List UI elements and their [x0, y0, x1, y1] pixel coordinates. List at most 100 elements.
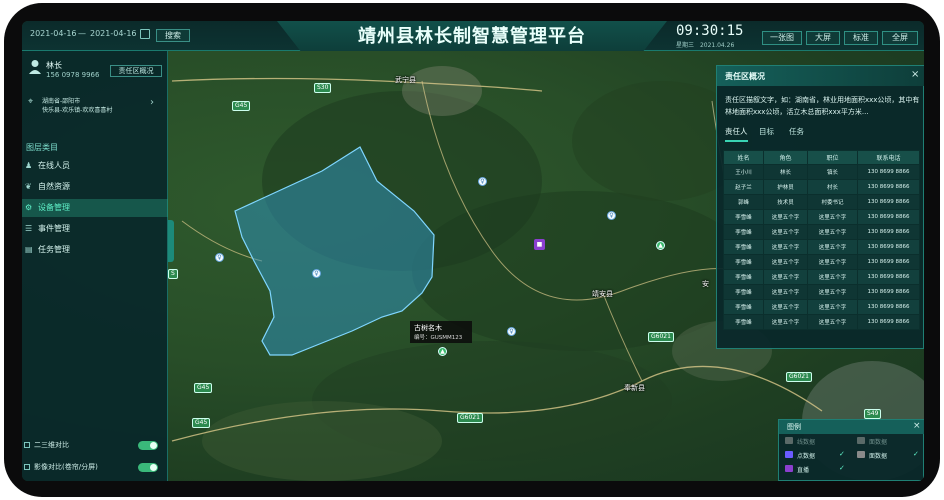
layer-category-title: 图层类目	[26, 143, 58, 152]
table-row[interactable]: 郭峰 技术员 村委书记 130 8699 8866	[723, 194, 920, 210]
date-end[interactable]: 2021-04-16	[90, 29, 137, 43]
legend-item-point[interactable]: 点数据	[797, 451, 815, 460]
area-overview-button[interactable]: 责任区概况	[110, 65, 162, 77]
map-tooltip: 古树名木 编号：GUSMM123	[410, 321, 472, 343]
sidebar-item-label: 设备管理	[38, 203, 70, 212]
table-row[interactable]: 李雪峰 这里五个字 这里五个字 130 8699 8866	[723, 314, 920, 330]
close-icon[interactable]: ×	[911, 69, 919, 80]
toggle-switch[interactable]	[138, 463, 158, 472]
table-row[interactable]: 王小川 林长 镇长 130 8699 8866	[723, 164, 920, 180]
sidebar-item-device-management[interactable]: ⚙ 设备管理	[22, 199, 168, 217]
close-icon[interactable]: ×	[913, 421, 921, 431]
road-marker: S49	[864, 409, 882, 419]
column-header: 职位	[807, 150, 858, 165]
table-cell: 李雪峰	[723, 269, 764, 285]
weekday-label: 星期三	[676, 42, 695, 49]
legend-item-polygon[interactable]: 面数据	[869, 437, 887, 446]
user-avatar-icon	[29, 60, 41, 74]
table-cell: 130 8699 8866	[857, 314, 920, 330]
table-row[interactable]: 李雪峰 这里五个字 这里五个字 130 8699 8866	[723, 269, 920, 285]
table-body: 王小川 林长 镇长 130 8699 8866 赵子兰 护林员 村长 130 8699 886…	[723, 164, 920, 330]
tree-pin-icon[interactable]: ▲	[438, 347, 447, 356]
table-row[interactable]: 李雪峰 这里五个字 这里五个字 130 8699 8866	[723, 284, 920, 300]
road-marker: S	[168, 269, 178, 279]
table-row[interactable]: 李雪峰 这里五个字 这里五个字 130 8699 8866	[723, 299, 920, 315]
one-map-button[interactable]: 一张图	[762, 31, 802, 45]
clock-date: 星期三 2021.04.26	[676, 40, 734, 49]
table-cell: 130 8699 8866	[857, 269, 920, 285]
legend-item-live[interactable]: 直播	[797, 465, 809, 474]
device-pin-icon[interactable]: ♀	[478, 177, 487, 186]
device-pin-icon[interactable]: ♀	[507, 327, 516, 336]
table-cell: 李雪峰	[723, 224, 764, 240]
sidebar-item-label: 任务管理	[38, 245, 70, 254]
toggle-switch[interactable]	[138, 441, 158, 450]
calendar-icon[interactable]	[140, 29, 150, 39]
tooltip-code: 编号：GUSMM123	[414, 335, 463, 341]
standard-button[interactable]: 标准	[844, 31, 878, 45]
live-swatch-icon	[785, 465, 793, 472]
sidebar-item-task-management[interactable]: ▤ 任务管理	[22, 241, 168, 259]
table-cell: 郭峰	[723, 194, 764, 210]
table-cell: 130 8699 8866	[857, 239, 920, 255]
table-cell: 赵子兰	[723, 179, 764, 195]
check-icon[interactable]: ✓	[839, 450, 845, 458]
chevron-right-icon[interactable]: ›	[150, 97, 154, 108]
sidebar-item-event-management[interactable]: ☰ 事件管理	[22, 220, 168, 238]
table-cell: 这里五个字	[763, 299, 808, 315]
place-label: 靖安县	[592, 290, 613, 298]
user-name: 林长	[46, 61, 62, 70]
polygon-swatch-icon	[857, 437, 865, 444]
sidebar-item-natural-resources[interactable]: ❦ 自然资源	[22, 178, 168, 196]
check-icon[interactable]: ✓	[839, 464, 845, 472]
toggle-image-compare[interactable]: 影像对比(卷帘/分屏)	[22, 460, 168, 474]
device-pin-icon[interactable]: ♀	[215, 253, 224, 262]
page-title: 靖州县林长制智慧管理平台	[358, 26, 586, 47]
table-row[interactable]: 李雪峰 这里五个字 这里五个字 130 8699 8866	[723, 224, 920, 240]
table-row[interactable]: 赵子兰 护林员 村长 130 8699 8866	[723, 179, 920, 195]
panel-description: 责任区描叙文字，如：湖南省，林业用地面积xxx公顷，其中有林地面积xxx公顷，活…	[725, 96, 920, 116]
table-cell: 这里五个字	[807, 314, 858, 330]
live-camera-icon[interactable]: ■	[534, 239, 545, 250]
table-row[interactable]: 李雪峰 这里五个字 这里五个字 130 8699 8866	[723, 254, 920, 270]
legend-item-line[interactable]: 线数据	[797, 437, 815, 446]
date-separator: —	[78, 29, 86, 38]
location-line-1: 湖南省-邵阳市	[42, 98, 81, 105]
place-label: 奉新县	[624, 384, 645, 392]
point-swatch-icon	[785, 451, 793, 458]
table-cell: 这里五个字	[763, 254, 808, 270]
toggle-label: 影像对比(卷帘/分屏)	[34, 463, 98, 471]
table-cell: 村长	[807, 179, 858, 195]
date-start[interactable]: 2021-04-16	[30, 29, 77, 43]
search-button[interactable]: 搜索	[156, 29, 190, 42]
legend-title: 图例	[787, 423, 801, 431]
table-cell: 护林员	[763, 179, 808, 195]
check-icon[interactable]: ✓	[913, 450, 919, 458]
sidebar-item-label: 事件管理	[38, 224, 70, 233]
sidebar-collapse-handle[interactable]	[168, 220, 174, 262]
tab-target[interactable]: 目标	[759, 126, 774, 137]
device-pin-icon[interactable]: ♀	[607, 211, 616, 220]
bigscreen-button[interactable]: 大屏	[806, 31, 840, 45]
legend-item-polygon[interactable]: 面数据	[869, 451, 887, 460]
device-pin-icon[interactable]: ♀	[312, 269, 321, 278]
tab-responsible-person[interactable]: 责任人	[725, 126, 748, 142]
tree-pin-icon[interactable]: ▲	[656, 241, 665, 250]
legend-header: 图例 ×	[779, 420, 924, 434]
tab-task[interactable]: 任务	[789, 126, 804, 137]
area-overview-panel: 责任区概况 × 责任区描叙文字，如：湖南省，林业用地面积xxx公顷，其中有林地面…	[716, 65, 924, 349]
location-icon: ⌖	[28, 97, 34, 107]
fullscreen-button[interactable]: 全屏	[882, 31, 918, 45]
table-cell: 李雪峰	[723, 254, 764, 270]
table-cell: 李雪峰	[723, 299, 764, 315]
compare-icon	[24, 464, 30, 470]
table-row[interactable]: 李雪峰 这里五个字 这里五个字 130 8699 8866	[723, 209, 920, 225]
sidebar-item-online-personnel[interactable]: ♟ 在线人员	[22, 157, 168, 175]
table-cell: 130 8699 8866	[857, 179, 920, 195]
table-row[interactable]: 李雪峰 这里五个字 这里五个字 130 8699 8866	[723, 239, 920, 255]
toggle-2d-3d-compare[interactable]: 二三维对比	[22, 438, 168, 452]
column-header: 角色	[763, 150, 808, 165]
table-cell: 130 8699 8866	[857, 284, 920, 300]
table-cell: 林长	[763, 164, 808, 180]
clock-time: 09:30:15	[676, 23, 744, 39]
